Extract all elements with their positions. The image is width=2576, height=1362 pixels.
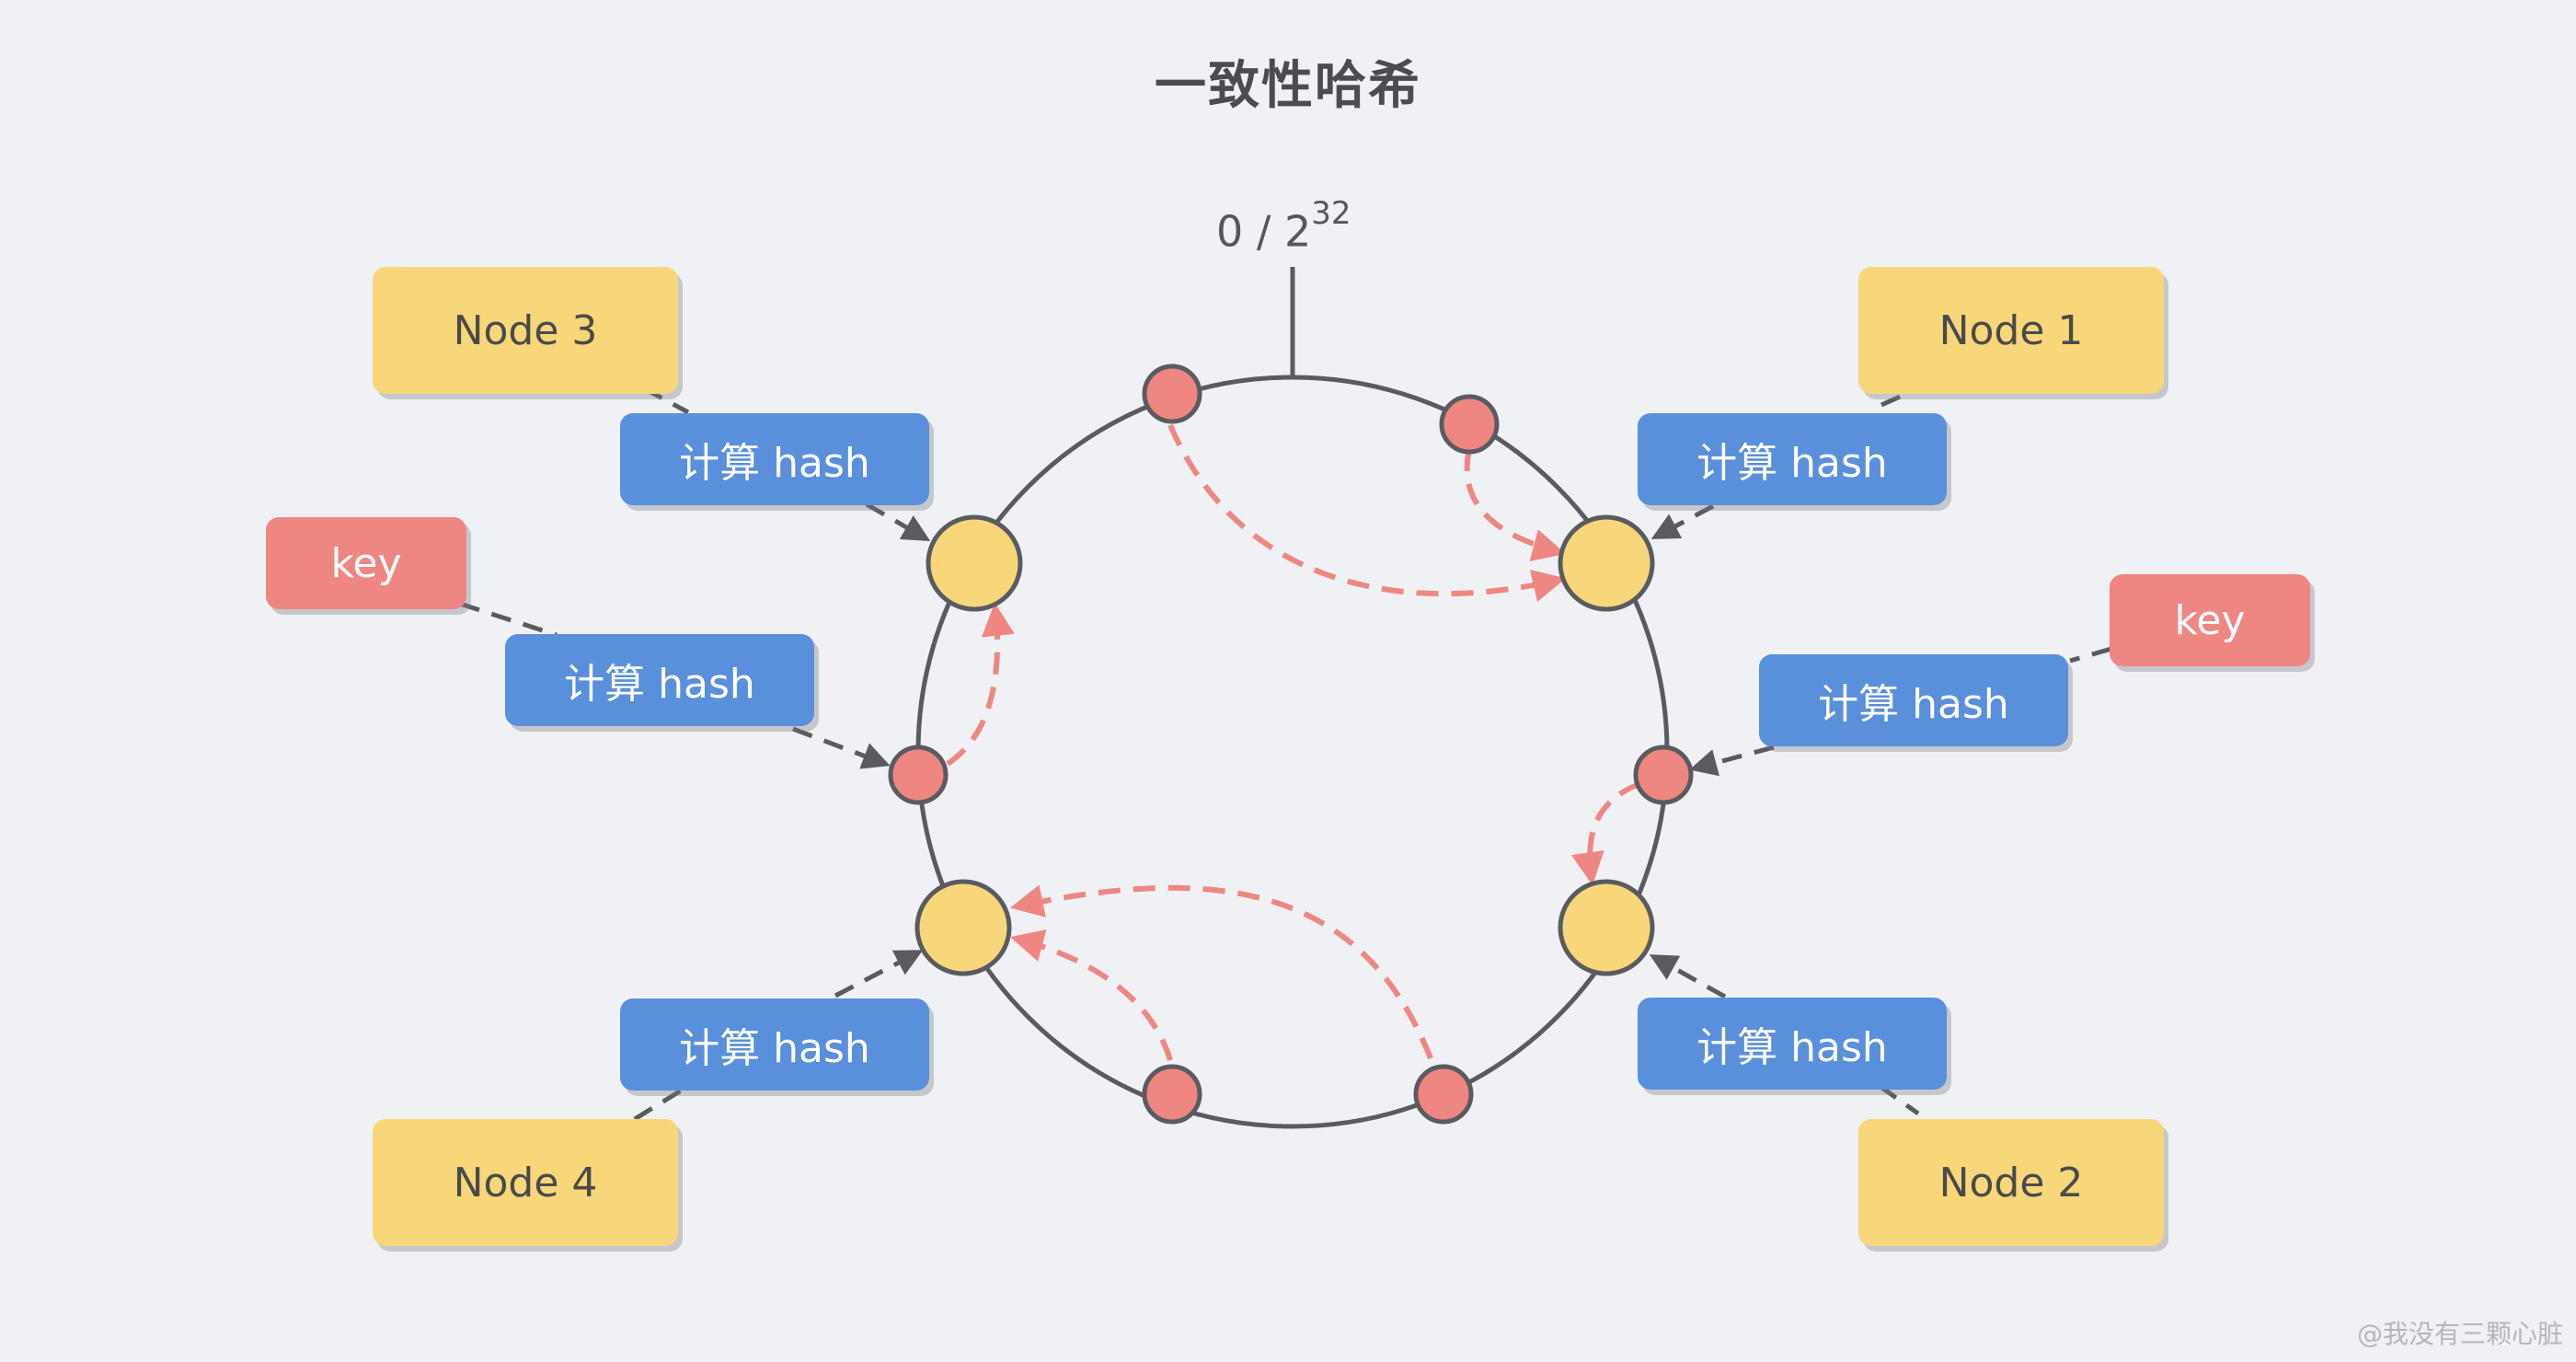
route-object-bottom-left [1010,929,1173,1061]
ring-node-2 [1558,879,1655,976]
ring-object [1142,364,1202,424]
connector-key-left-hash [459,601,558,638]
arrow-hash-key-right [1689,744,1775,777]
route-object-bottom-right [1009,884,1433,1060]
node-1-box: Node 1 [1858,267,2164,394]
node-3-box: Node 3 [373,267,678,394]
arrow-hash-key-left [792,726,891,769]
hash-box-node2: 计算 hash [1638,998,1947,1090]
hash-box-node4: 计算 hash [620,998,929,1091]
arrow-hash-node3 [865,502,931,542]
arrow-hash-node1 [1650,503,1715,539]
arrow-hash-node2 [1649,954,1727,999]
hash-box-key-right: 计算 hash [1759,654,2068,746]
ring-object [1142,1064,1202,1125]
connector-node4-hash [633,1085,687,1122]
route-object-top-right [1464,448,1566,561]
node-2-box: Node 2 [1858,1119,2164,1246]
ring-object [1633,744,1694,805]
route-object-right [1571,781,1641,886]
arrow-hash-node4 [834,950,924,998]
ring-node-3 [926,514,1023,612]
hash-box-key-left: 计算 hash [505,634,814,726]
ring-object [1413,1064,1474,1125]
watermark: @我没有三颗心脏 [2356,1319,2563,1349]
route-object-left [946,602,1015,767]
connector-node2-hash [1878,1083,1920,1116]
ring-object [1439,394,1500,455]
connector-key-right-hash [2069,646,2112,664]
hash-ring [915,375,1670,1129]
route-object-top-left [1167,423,1567,603]
diagram-canvas: 一致性哈希 0 / 232 Node 3 Node 1 Node 4 Node … [0,0,2576,1362]
node-4-box: Node 4 [373,1119,678,1246]
hash-box-node1: 计算 hash [1638,413,1947,505]
ring-node-4 [914,879,1012,976]
key-box-left: key [266,517,466,609]
ring-object [888,744,949,805]
ring-node-1 [1558,514,1655,612]
key-box-right: key [2110,574,2310,666]
hash-box-node3: 计算 hash [620,413,929,505]
